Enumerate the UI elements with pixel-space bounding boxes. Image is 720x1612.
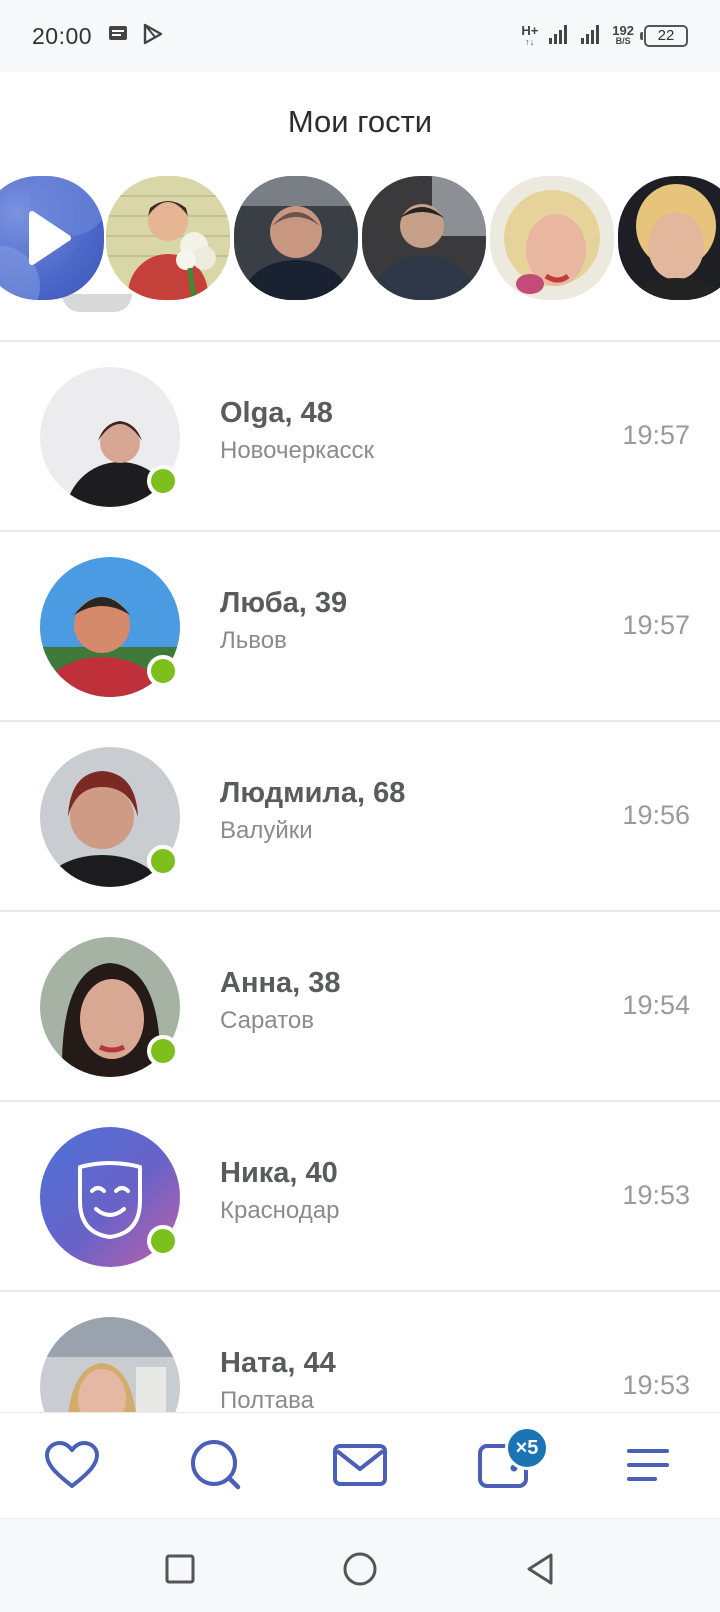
online-indicator bbox=[147, 845, 179, 877]
guest-photo[interactable] bbox=[106, 176, 230, 300]
battery-level: 22 bbox=[657, 27, 675, 44]
message-notification-icon bbox=[108, 25, 128, 48]
status-notification-icons bbox=[108, 23, 164, 50]
visit-time: 19:53 bbox=[622, 1370, 690, 1400]
guest-name: Ника, 40 bbox=[220, 1157, 338, 1189]
battery-icon: 22 bbox=[640, 25, 688, 47]
guest-name: Анна, 38 bbox=[220, 967, 341, 999]
guest-city: Валуйки bbox=[220, 817, 313, 844]
network-arrows: ↑↓ bbox=[525, 36, 535, 47]
system-nav-bar bbox=[0, 1518, 720, 1612]
recents-button[interactable] bbox=[160, 1549, 200, 1589]
mail-icon bbox=[333, 1444, 387, 1486]
visit-time: 19:57 bbox=[622, 610, 690, 640]
guest-row[interactable]: Ната, 44 Полтава 19:53 bbox=[0, 1292, 720, 1412]
guest-city: Саратов bbox=[220, 1007, 314, 1034]
avatar[interactable] bbox=[40, 1317, 180, 1412]
bottom-nav: ×5 bbox=[0, 1412, 720, 1518]
online-indicator bbox=[147, 1035, 179, 1067]
visit-time: 19:54 bbox=[622, 990, 690, 1020]
guest-photo-strip[interactable] bbox=[0, 176, 720, 336]
search-tab[interactable] bbox=[184, 1435, 248, 1495]
visit-time: 19:57 bbox=[622, 420, 690, 450]
network-type-label: H+ bbox=[521, 22, 539, 38]
guest-list: Olga, 48 Новочеркасск 19:57 Люба, 39 Льв… bbox=[0, 342, 720, 1412]
online-indicator bbox=[147, 1225, 179, 1257]
guest-name: Ната, 44 bbox=[220, 1347, 336, 1379]
menu-tab[interactable] bbox=[616, 1435, 680, 1495]
guest-row[interactable]: Люба, 39 Львов 19:57 bbox=[0, 532, 720, 722]
guest-city: Краснодар bbox=[220, 1197, 340, 1224]
home-button[interactable] bbox=[340, 1549, 380, 1589]
network-speed: 192 B/S bbox=[612, 23, 634, 47]
network-type: H+ ↑↓ bbox=[521, 22, 539, 48]
guest-city: Полтава bbox=[220, 1387, 314, 1412]
guest-name: Люба, 39 bbox=[220, 587, 348, 619]
play-button[interactable] bbox=[0, 176, 104, 300]
header: Мои гости bbox=[0, 72, 720, 172]
guest-photo[interactable] bbox=[362, 176, 486, 300]
back-button[interactable] bbox=[520, 1549, 560, 1589]
guest-city: Львов bbox=[220, 627, 287, 654]
search-icon bbox=[191, 1440, 241, 1490]
play-store-notification-icon bbox=[142, 23, 164, 50]
status-bar: 20:00 H+ ↑↓ 192 B/S 22 bbox=[0, 0, 720, 72]
signal-icon-2 bbox=[580, 23, 602, 50]
guest-photo[interactable] bbox=[618, 176, 720, 300]
play-icon bbox=[0, 176, 104, 300]
online-indicator bbox=[147, 655, 179, 687]
guest-row[interactable]: Людмила, 68 Валуйки 19:56 bbox=[0, 722, 720, 912]
guest-city: Новочеркасск bbox=[220, 437, 375, 464]
status-right-icons: H+ ↑↓ 192 B/S 22 bbox=[521, 23, 688, 50]
guest-name: Людмила, 68 bbox=[220, 777, 406, 809]
menu-icon bbox=[627, 1449, 669, 1481]
visit-time: 19:56 bbox=[622, 800, 690, 830]
visit-time: 19:53 bbox=[622, 1180, 690, 1210]
guest-photo[interactable] bbox=[234, 176, 358, 300]
online-indicator bbox=[147, 465, 179, 497]
guest-photo[interactable] bbox=[490, 176, 614, 300]
network-speed-value: 192 bbox=[612, 23, 634, 38]
square-icon bbox=[165, 1554, 195, 1584]
status-time: 20:00 bbox=[32, 22, 93, 49]
back-triangle-icon bbox=[527, 1553, 553, 1585]
likes-tab[interactable] bbox=[40, 1435, 104, 1495]
guest-row[interactable]: Ника, 40 Краснодар 19:53 bbox=[0, 1102, 720, 1292]
circle-icon bbox=[343, 1552, 377, 1586]
strip-shadow bbox=[62, 294, 132, 312]
page-title: Мои гости bbox=[287, 104, 433, 139]
heart-icon bbox=[45, 1441, 99, 1488]
guest-row[interactable]: Анна, 38 Саратов 19:54 bbox=[0, 912, 720, 1102]
wallet-badge: ×5 bbox=[505, 1426, 549, 1470]
guest-row[interactable]: Olga, 48 Новочеркасск 19:57 bbox=[0, 342, 720, 532]
guest-name: Olga, 48 bbox=[220, 397, 333, 429]
signal-icon bbox=[548, 23, 570, 50]
messages-tab[interactable] bbox=[328, 1435, 392, 1495]
